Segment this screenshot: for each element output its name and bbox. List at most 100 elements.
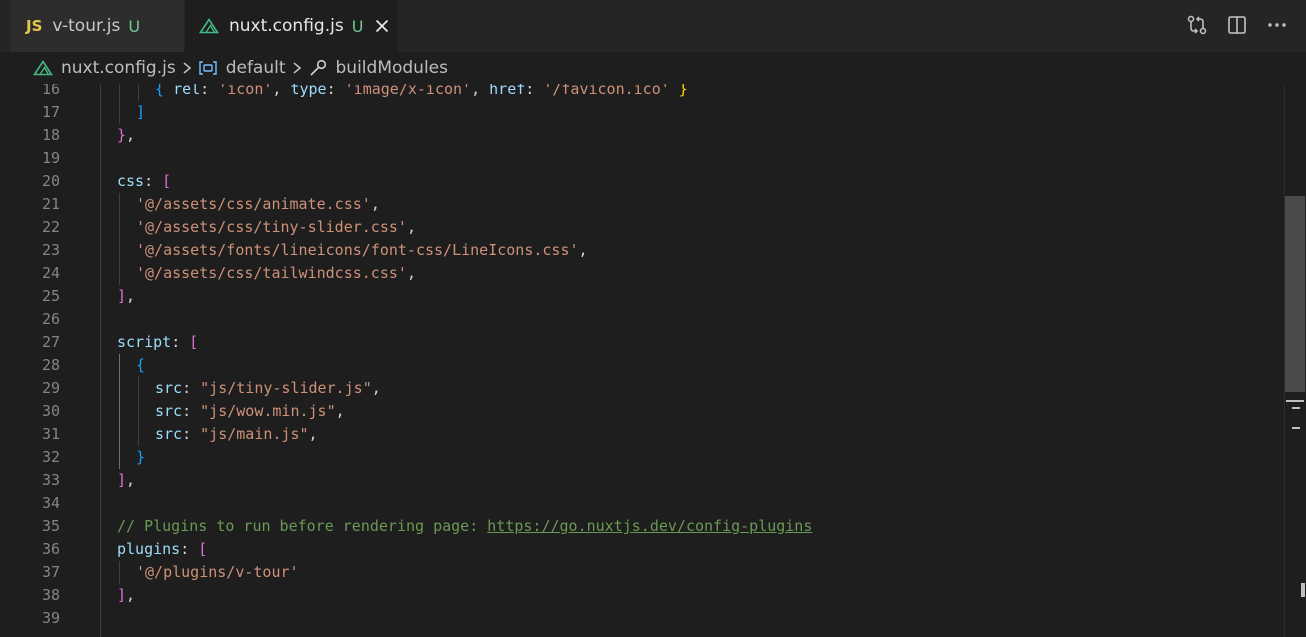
- tab-nuxt-config-js[interactable]: nuxt.config.js U: [185, 0, 398, 52]
- breadcrumb-symbol-label: default: [225, 58, 286, 78]
- code-token: src: [155, 379, 183, 397]
- code-token: :: [200, 84, 219, 98]
- code-token: ,: [335, 402, 345, 420]
- code-token: {: [155, 84, 174, 98]
- code-line-35: // Plugins to run before rendering page:…: [117, 515, 812, 538]
- code-editor[interactable]: 16 17 18 19 20 21 22 23 24 25 26 27 28 2…: [0, 84, 1306, 637]
- indent-guide: [138, 377, 139, 446]
- chevron-right-icon: [182, 61, 192, 75]
- code-line-37: '@/plugins/v-tour': [136, 561, 299, 584]
- line-number: 24: [41, 264, 60, 282]
- indent-guide: [119, 561, 120, 584]
- close-icon[interactable]: [375, 19, 389, 33]
- code-token: ,: [406, 264, 416, 282]
- vscode-window: JS v-tour.js U nuxt.config.js U nuxt.con…: [0, 0, 1306, 637]
- indent-guide: [100, 84, 101, 637]
- code-line-28: {: [136, 354, 145, 377]
- code-area[interactable]: { rel: 'icon', type: 'image/x-icon', hre…: [98, 84, 1278, 637]
- code-token: ]: [117, 287, 127, 305]
- code-line-24: '@/assets/css/tailwindcss.css',: [136, 262, 416, 285]
- untracked-status-badge: U: [351, 16, 364, 36]
- code-token: :: [182, 379, 201, 397]
- code-token: type: [290, 84, 327, 98]
- breadcrumb-file[interactable]: nuxt.config.js: [33, 58, 176, 78]
- code-token: ,: [126, 471, 136, 489]
- code-token: css: [117, 172, 145, 190]
- line-number: 35: [41, 517, 60, 535]
- code-comment-link[interactable]: https://go.nuxtjs.dev/config-plugins: [487, 517, 812, 535]
- breadcrumb-symbol-default[interactable]: default: [198, 58, 286, 78]
- line-number: 32: [41, 448, 60, 466]
- more-actions-icon[interactable]: [1266, 14, 1288, 36]
- code-token: src: [155, 402, 183, 420]
- breadcrumb-symbol-label: buildModules: [335, 58, 448, 78]
- untracked-status-badge: U: [128, 16, 141, 36]
- code-token: ]: [117, 471, 127, 489]
- editor-tab-bar: JS v-tour.js U nuxt.config.js U: [0, 0, 1306, 52]
- code-token: '@/plugins/v-tour': [136, 563, 299, 581]
- source-control-compare-icon[interactable]: [1186, 14, 1208, 36]
- code-token: 'icon': [218, 84, 273, 98]
- line-number: 25: [41, 287, 60, 305]
- code-comment: // Plugins to run before rendering page:: [117, 517, 488, 535]
- line-number: 37: [41, 563, 60, 581]
- code-token: :: [326, 84, 345, 98]
- code-token: '@/assets/fonts/lineicons/font-css/LineI…: [136, 241, 579, 259]
- editor-actions: [1186, 14, 1288, 36]
- line-number: 31: [41, 425, 60, 443]
- code-token: '@/assets/css/tiny-slider.css': [136, 218, 407, 236]
- code-line-30: src: "js/wow.min.js",: [155, 400, 345, 423]
- code-line-36: plugins: [: [117, 538, 207, 561]
- line-number: 27: [41, 333, 60, 351]
- code-token: {: [136, 356, 146, 374]
- breadcrumb-symbol-buildmodules[interactable]: buildModules: [308, 58, 448, 78]
- code-line-25: ],: [117, 285, 135, 308]
- indent-guide: [119, 193, 120, 285]
- code-line-22: '@/assets/css/tiny-slider.css',: [136, 216, 416, 239]
- code-token: ]: [136, 103, 146, 121]
- code-token: "js/tiny-slider.js": [200, 379, 372, 397]
- code-token: ,: [272, 84, 291, 98]
- code-token: '@/assets/css/animate.css': [136, 195, 371, 213]
- line-number: 22: [41, 218, 60, 236]
- code-line-20: css: [: [117, 170, 171, 193]
- code-line-18: },: [117, 124, 135, 147]
- code-line-16: { rel: 'icon', type: 'image/x-icon', hre…: [155, 84, 688, 101]
- code-token: }: [669, 84, 688, 98]
- line-number: 17: [41, 103, 60, 121]
- line-number-gutter: 16 17 18 19 20 21 22 23 24 25 26 27 28 2…: [0, 84, 72, 637]
- line-number: 30: [41, 402, 60, 420]
- code-token: '@/assets/css/tailwindcss.css': [136, 264, 407, 282]
- indent-guide: [119, 84, 120, 124]
- code-token: :: [182, 425, 201, 443]
- tab-label: v-tour.js: [52, 16, 121, 36]
- line-number: 23: [41, 241, 60, 259]
- code-token: [: [162, 172, 172, 190]
- split-editor-icon[interactable]: [1226, 14, 1248, 36]
- line-number: 38: [41, 586, 60, 604]
- line-number: 26: [41, 310, 60, 328]
- code-token: src: [155, 425, 183, 443]
- overview-ruler-marker: [1292, 427, 1300, 429]
- code-token: ,: [126, 126, 136, 144]
- line-number: 39: [41, 609, 60, 627]
- code-token: ,: [406, 218, 416, 236]
- code-token: "js/wow.min.js": [200, 402, 336, 420]
- line-number: 16: [41, 84, 60, 98]
- code-token: rel: [173, 84, 201, 98]
- code-token: :: [182, 402, 201, 420]
- code-token: :: [144, 172, 163, 190]
- overview-ruler-marker: [1301, 583, 1305, 597]
- code-token: [: [198, 540, 208, 558]
- code-line-17: ]: [136, 101, 145, 124]
- js-file-icon: JS: [26, 17, 43, 35]
- tab-v-tour-js[interactable]: JS v-tour.js U: [10, 0, 184, 52]
- indent-guide: [119, 354, 120, 469]
- symbol-property-icon: [308, 59, 328, 77]
- vertical-scrollbar-thumb[interactable]: [1285, 196, 1305, 392]
- line-number: 34: [41, 494, 60, 512]
- code-token: "js/main.js": [200, 425, 309, 443]
- code-token: [: [189, 333, 199, 351]
- line-number: 33: [41, 471, 60, 489]
- code-token: ,: [308, 425, 318, 443]
